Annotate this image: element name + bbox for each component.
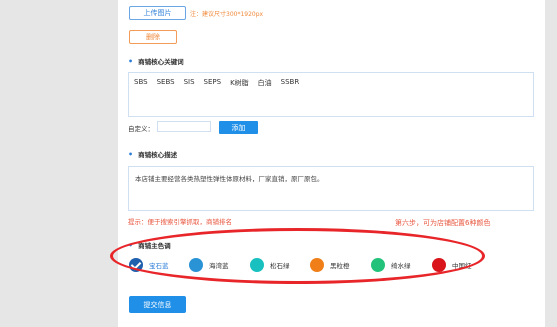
highlight-ellipse [110, 228, 485, 284]
keywords-section-title: • 商铺核心关键词 [128, 56, 184, 66]
description-section-title: • 商铺核心描述 [128, 149, 177, 159]
description-textarea[interactable]: 本店铺主要经营各类热塑性弹性体原材料，厂家直销，原厂原包。 [128, 166, 534, 211]
right-margin [545, 0, 557, 327]
custom-keyword-label: 自定义： [128, 125, 154, 133]
delete-image-button[interactable]: 删除 [129, 30, 177, 44]
keyword-item[interactable]: SBS [134, 78, 148, 88]
description-text[interactable]: 本店铺主要经营各类热塑性弹性体原材料，厂家直销，原厂原包。 [129, 167, 533, 189]
keyword-item[interactable]: K树脂 [230, 78, 249, 88]
keyword-item[interactable]: SSBR [281, 78, 300, 88]
keywords-box[interactable]: SBS SEBS SIS SEPS K树脂 白油 SSBR [128, 72, 534, 117]
keyword-item[interactable]: SIS [184, 78, 195, 88]
custom-keyword-input[interactable] [157, 121, 211, 132]
bullet-icon: • [128, 150, 134, 159]
description-tip: 提示：便于搜索引擎抓取，商铺排名 [128, 218, 232, 226]
left-margin [0, 0, 118, 327]
add-keyword-button[interactable]: 添加 [219, 121, 258, 134]
upload-image-button[interactable]: 上传图片 [129, 6, 186, 20]
keyword-item[interactable]: SEBS [157, 78, 175, 88]
description-title-text: 商铺核心描述 [138, 151, 178, 159]
keyword-item[interactable]: 白油 [258, 78, 272, 88]
keyword-item[interactable]: SEPS [204, 78, 222, 88]
bullet-icon: • [128, 57, 134, 66]
keywords-title-text: 商铺核心关键词 [138, 58, 184, 66]
step-annotation: 第六步，可为店铺配置6种颜色 [395, 219, 491, 227]
submit-button[interactable]: 提交信息 [129, 296, 186, 313]
upload-size-note: 注：建议尺寸300*1920px [190, 11, 264, 18]
